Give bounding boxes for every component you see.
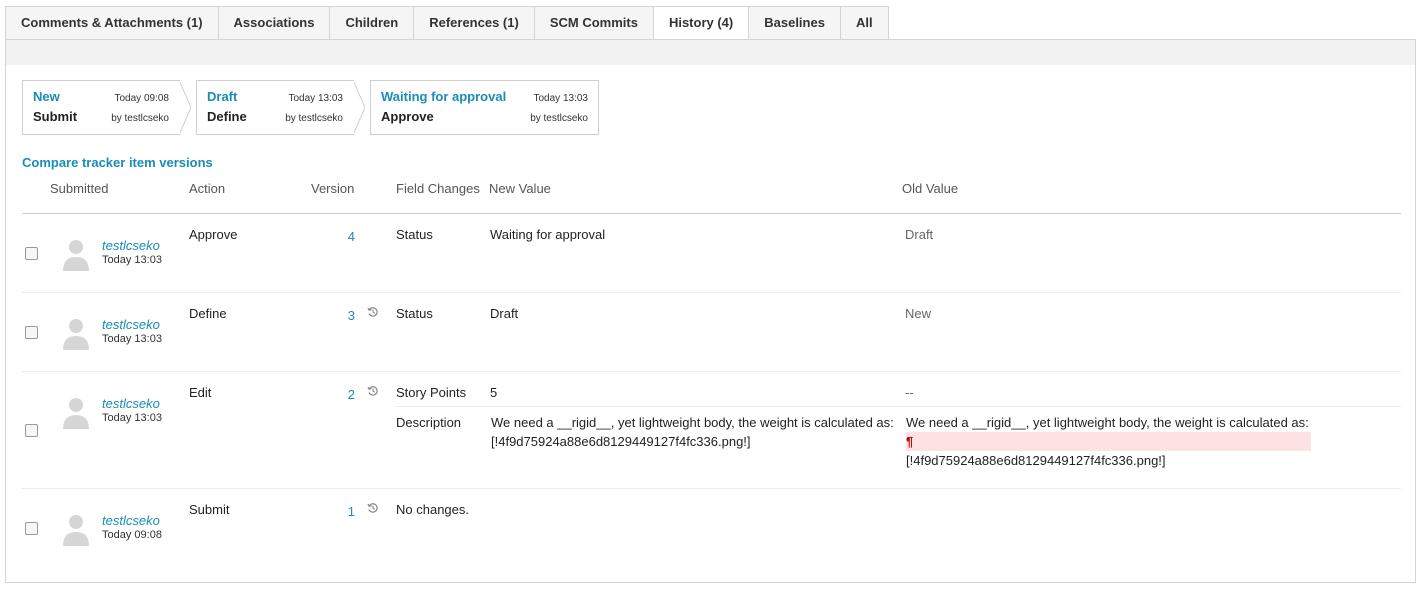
submit-time: Today 13:03 (102, 333, 162, 345)
step-transition: Define (207, 109, 247, 124)
step-state[interactable]: Draft (207, 89, 237, 104)
header-divider (22, 213, 1401, 214)
step-state[interactable]: Waiting for approval (381, 89, 506, 104)
avatar-icon (63, 398, 89, 429)
submit-time: Today 13:03 (102, 412, 162, 424)
step-transition: Approve (381, 109, 434, 124)
restore-history-icon[interactable] (367, 385, 379, 397)
tab-history[interactable]: History (4) (653, 6, 750, 40)
submitter-name[interactable]: testlcseko (102, 513, 160, 528)
version-link[interactable]: 3 (335, 308, 355, 323)
avatar-icon (63, 515, 89, 546)
history-panel: New Today 09:08 Submit by testlcseko Dra… (5, 39, 1416, 583)
tab-scm-commits[interactable]: SCM Commits (534, 6, 654, 40)
tab-bar: Comments & Attachments (1) Associations … (5, 6, 889, 40)
new-value: 5 (490, 385, 498, 400)
old-value: -- (905, 385, 914, 400)
new-value: Draft (490, 306, 519, 321)
tab-associations[interactable]: Associations (218, 6, 331, 40)
action-cell: Approve (189, 227, 238, 242)
workflow-steps: New Today 09:08 Submit by testlcseko Dra… (22, 80, 605, 135)
compare-versions-link[interactable]: Compare tracker item versions (22, 155, 213, 170)
field-divider (395, 406, 1401, 407)
new-value-description: We need a __rigid__, yet lightweight bod… (491, 413, 894, 451)
step-transition: Submit (33, 109, 78, 124)
old-value: Draft (905, 227, 934, 242)
description-image-ref: [!4f9d75924a88e6d8129449127f4fc336.png!] (906, 453, 1166, 468)
submit-time: Today 13:03 (102, 254, 162, 266)
step-author: by testlcseko (111, 113, 169, 124)
step-time: Today 09:08 (114, 93, 170, 104)
col-old-value: Old Value (902, 181, 959, 196)
col-version: Version (311, 181, 355, 196)
row-divider (22, 488, 1401, 489)
action-cell: Edit (189, 385, 212, 400)
step-time: Today 13:03 (533, 93, 589, 104)
action-cell: Submit (189, 502, 230, 517)
step-arrow-icon (353, 80, 365, 135)
action-cell: Define (189, 306, 227, 321)
step-state[interactable]: New (33, 89, 60, 104)
tab-comments-attachments[interactable]: Comments & Attachments (1) (5, 6, 219, 40)
workflow-step-draft: Draft Today 13:03 Define by testlcseko (196, 80, 365, 135)
version-link[interactable]: 4 (335, 229, 355, 244)
field-name: Story Points (396, 385, 467, 400)
col-action: Action (189, 181, 226, 196)
field-name: Status (396, 306, 433, 321)
step-author: by testlcseko (285, 113, 343, 124)
avatar-icon (63, 319, 89, 350)
col-submitted: Submitted (50, 181, 109, 196)
restore-history-icon[interactable] (367, 502, 379, 514)
submit-time: Today 09:08 (102, 529, 162, 541)
row-checkbox[interactable] (25, 247, 38, 260)
description-image-ref: [!4f9d75924a88e6d8129449127f4fc336.png!] (491, 434, 751, 449)
version-link[interactable]: 1 (335, 504, 355, 519)
workflow-step-new: New Today 09:08 Submit by testlcseko (22, 80, 191, 135)
step-arrow-icon (179, 80, 191, 135)
col-new-value: New Value (489, 181, 551, 196)
restore-history-icon[interactable] (367, 306, 379, 318)
old-value-description: We need a __rigid__, yet lightweight bod… (906, 413, 1311, 470)
submitter-name[interactable]: testlcseko (102, 317, 160, 332)
step-author: by testlcseko (530, 113, 588, 124)
submitter-name[interactable]: testlcseko (102, 396, 160, 411)
col-field-changes: Field Changes (396, 181, 480, 196)
field-name: Description (396, 415, 462, 430)
row-divider (22, 292, 1401, 293)
new-value: Waiting for approval (490, 227, 606, 242)
description-text: We need a __rigid__, yet lightweight bod… (906, 415, 1309, 430)
old-value: New (905, 306, 932, 321)
description-text: We need a __rigid__, yet lightweight bod… (491, 415, 894, 430)
version-link[interactable]: 2 (335, 387, 355, 402)
submitter-name[interactable]: testlcseko (102, 238, 160, 253)
row-checkbox[interactable] (25, 326, 38, 339)
avatar-icon (63, 240, 89, 271)
tab-baselines[interactable]: Baselines (749, 6, 841, 40)
tab-children[interactable]: Children (330, 6, 415, 40)
row-checkbox[interactable] (25, 522, 38, 535)
workflow-step-waiting: Waiting for approval Today 13:03 Approve… (370, 80, 599, 135)
tab-all[interactable]: All (840, 6, 889, 40)
no-changes-text: No changes. (396, 502, 469, 517)
panel-toolbar-strip (6, 40, 1415, 65)
row-checkbox[interactable] (25, 424, 38, 437)
tab-references[interactable]: References (1) (414, 6, 535, 40)
diff-deleted-paragraph: ¶ (906, 432, 1311, 451)
row-divider (22, 371, 1401, 372)
step-time: Today 13:03 (288, 93, 344, 104)
field-name: Status (396, 227, 433, 242)
